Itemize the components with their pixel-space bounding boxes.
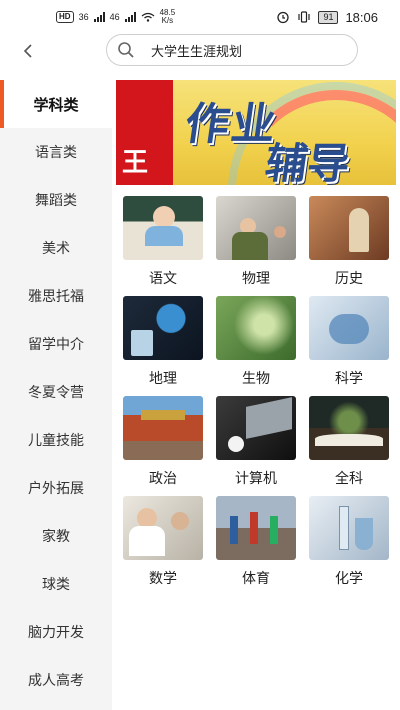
sidebar-item-ball-sports[interactable]: 球类 — [0, 560, 112, 608]
historical-painting-photo — [309, 196, 389, 260]
sidebar-item-dance[interactable]: 舞蹈类 — [0, 176, 112, 224]
subject-card-politics[interactable]: 政治 — [123, 396, 203, 488]
open-book-plant-photo — [309, 396, 389, 460]
sidebar-item-label: 儿童技能 — [28, 432, 84, 448]
sidebar-item-adult-exam[interactable]: 成人高考 — [0, 656, 112, 704]
signal-icon-2 — [124, 12, 136, 22]
subject-label: 生物 — [242, 370, 270, 386]
back-button[interactable] — [18, 40, 38, 62]
sidebar-item-label: 冬夏令营 — [28, 384, 84, 400]
sidebar-item-label: 留学中介 — [28, 336, 84, 352]
subject-label: 全科 — [335, 470, 363, 486]
hd-badge: HD — [56, 11, 74, 23]
globe-photo — [123, 296, 203, 360]
network-type-1: 36 — [78, 12, 89, 22]
wifi-icon — [141, 12, 155, 22]
signal-icon — [93, 12, 105, 22]
sidebar-item-label: 户外拓展 — [28, 480, 84, 496]
sidebar-item-subjects[interactable]: 学科类 — [0, 80, 112, 128]
network-speed: 48.5 K/s — [160, 9, 176, 25]
search-icon — [118, 42, 134, 58]
sidebar-item-tutor[interactable]: 家教 — [0, 512, 112, 560]
subject-card-history[interactable]: 历史 — [309, 196, 389, 288]
subject-label: 地理 — [149, 370, 177, 386]
laptop-coffee-photo — [216, 396, 296, 460]
sidebar-item-label: 脑力开发 — [28, 624, 84, 640]
student-reading-photo — [123, 196, 203, 260]
sidebar-item-label: 美术 — [42, 240, 70, 256]
lab-experiment-photo — [309, 296, 389, 360]
sidebar-item-ielts-toefl[interactable]: 雅思托福 — [0, 272, 112, 320]
sidebar-item-outdoor[interactable]: 户外拓展 — [0, 464, 112, 512]
plant-sprout-photo — [216, 296, 296, 360]
vibrate-icon — [298, 11, 311, 23]
battery-indicator: 91 — [318, 10, 339, 24]
speed-unit: K/s — [161, 16, 174, 25]
sidebar-item-label: 舞蹈类 — [35, 192, 77, 208]
search-text: 大学生生涯规划 — [151, 43, 243, 59]
banner-title-line1: 作业 — [181, 99, 281, 150]
subject-card-geography[interactable]: 地理 — [123, 296, 203, 388]
sidebar-item-art[interactable]: 美术 — [0, 224, 112, 272]
sidebar-item-label: 语言类 — [35, 144, 77, 160]
subject-label: 化学 — [335, 570, 363, 586]
promo-banner[interactable]: 王 作业 辅导 — [116, 80, 396, 185]
chemistry-lab-photo — [309, 496, 389, 560]
subject-label: 政治 — [149, 470, 177, 486]
sidebar-item-language[interactable]: 语言类 — [0, 128, 112, 176]
sidebar-item-label: 球类 — [42, 576, 70, 592]
banner-left-text: 王 — [122, 148, 149, 178]
forbidden-city-photo — [123, 396, 203, 460]
banner-title-line2: 辅导 — [262, 139, 354, 185]
subject-label: 体育 — [242, 570, 270, 586]
chevron-left-icon — [23, 44, 32, 58]
status-bar: HD 36 46 48.5 K/s 91 18:06 — [0, 0, 400, 34]
subject-card-computer[interactable]: 计算机 — [216, 396, 296, 488]
sidebar-item-label: 家教 — [42, 528, 70, 544]
subject-card-biology[interactable]: 生物 — [216, 296, 296, 388]
search-bar[interactable]: 大学生生涯规划 — [106, 34, 358, 66]
status-left: HD 36 46 48.5 K/s — [56, 9, 175, 25]
subject-label: 科学 — [335, 370, 363, 386]
sidebar-item-kids-skills[interactable]: 儿童技能 — [0, 416, 112, 464]
category-sidebar: 学科类 语言类 舞蹈类 美术 雅思托福 留学中介 冬夏令营 儿童技能 户外拓展 … — [0, 80, 112, 710]
subject-card-chinese[interactable]: 语文 — [123, 196, 203, 288]
alarm-icon — [277, 11, 290, 24]
subject-label: 语文 — [149, 270, 177, 286]
subject-card-chemistry[interactable]: 化学 — [309, 496, 389, 588]
sidebar-item-brain-dev[interactable]: 脑力开发 — [0, 608, 112, 656]
subject-card-math[interactable]: 数学 — [123, 496, 203, 588]
sidebar-item-label: 学科类 — [33, 96, 79, 114]
sidebar-item-study-abroad[interactable]: 留学中介 — [0, 320, 112, 368]
sidebar-item-label: 成人高考 — [28, 672, 84, 688]
physics-classroom-photo — [216, 196, 296, 260]
network-type-2: 46 — [109, 12, 120, 22]
clock: 18:06 — [345, 9, 378, 25]
sidebar-item-camps[interactable]: 冬夏令营 — [0, 368, 112, 416]
subject-card-physics[interactable]: 物理 — [216, 196, 296, 288]
students-classroom-photo — [123, 496, 203, 560]
status-right: 91 18:06 — [276, 10, 378, 25]
subject-label: 物理 — [242, 270, 270, 286]
children-sports-photo — [216, 496, 296, 560]
subject-card-all-subjects[interactable]: 全科 — [309, 396, 389, 488]
subject-label: 数学 — [149, 570, 177, 586]
header: 大学生生涯规划 — [0, 34, 400, 68]
subject-card-science[interactable]: 科学 — [309, 296, 389, 388]
subject-label: 历史 — [335, 270, 363, 286]
subject-card-sports[interactable]: 体育 — [216, 496, 296, 588]
sidebar-item-label: 雅思托福 — [28, 288, 84, 304]
subject-label: 计算机 — [235, 470, 277, 486]
